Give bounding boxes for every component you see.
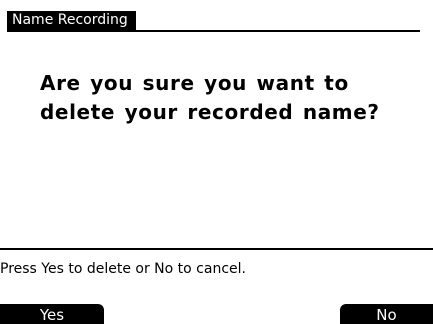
title-underline (7, 30, 420, 32)
status-divider (0, 248, 433, 250)
phone-screen: Name Recording Are you sure you want to … (0, 0, 433, 324)
screen-title: Name Recording (7, 11, 136, 30)
instruction-text: Press Yes to delete or No to cancel. (0, 261, 246, 277)
no-softkey[interactable]: No (340, 304, 433, 324)
confirmation-message: Are you sure you want to delete your rec… (40, 69, 410, 127)
message-line-2: delete your recorded name? (40, 100, 380, 124)
message-line-1: Are you sure you want to (40, 71, 349, 95)
yes-softkey[interactable]: Yes (0, 304, 104, 324)
